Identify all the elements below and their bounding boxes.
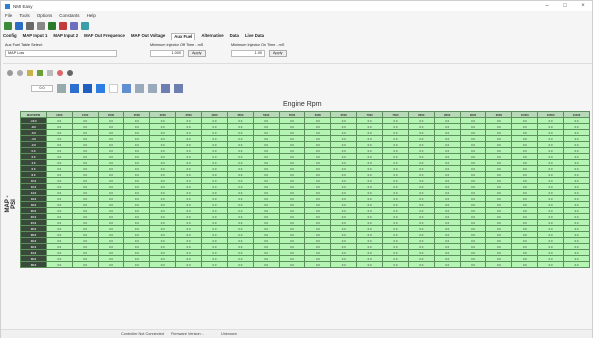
table-cell[interactable]: 0.0 bbox=[252, 261, 280, 268]
table-cell[interactable]: 0.0 bbox=[71, 261, 99, 268]
min-on-apply-button[interactable]: Apply bbox=[269, 50, 287, 57]
table-toolbar: 0.0 bbox=[31, 83, 183, 93]
min-off-apply-button[interactable]: Apply bbox=[188, 50, 206, 57]
value-input[interactable]: 0.0 bbox=[31, 84, 53, 92]
minimize-button[interactable]: – bbox=[542, 2, 552, 10]
add-icon[interactable] bbox=[57, 70, 63, 76]
y-axis-label: MAP - PSI bbox=[5, 195, 17, 213]
table-cell[interactable]: 0.0 bbox=[149, 261, 177, 268]
min-off-input[interactable]: 1.000 bbox=[150, 50, 184, 57]
table-select-label: Aux Fuel Table Select: bbox=[5, 43, 43, 47]
table-cell[interactable]: 0.0 bbox=[537, 261, 565, 268]
table-icon[interactable] bbox=[83, 83, 92, 93]
min-off-label: Minimum Injector Off Time - mS bbox=[150, 43, 204, 47]
table-cell[interactable]: 0.0 bbox=[304, 261, 332, 268]
tab-map-input-2[interactable]: MAP Input 2 bbox=[53, 33, 78, 40]
table-cell[interactable]: 0.0 bbox=[201, 261, 228, 268]
table-cell[interactable]: 0.0 bbox=[45, 261, 73, 268]
table-row: 38.0 0.0 0.0 0.0 0.0 0.0 0.0 0.0 0.0 0.0 0.0 0.0 0.0… bbox=[20, 261, 590, 268]
tab-data[interactable]: Data bbox=[230, 33, 239, 40]
table-body: -10.0 0.0 0.0 0.0 0.0 0.0 0.0 0.0 0.0 0.0 0.0 0.0 0.… bbox=[20, 117, 590, 268]
tab-maf-out-frequence[interactable]: MAF Out Frequence bbox=[84, 33, 125, 40]
min-on-label: Minimum Injector On Time - mS bbox=[231, 43, 285, 47]
connect-icon[interactable] bbox=[4, 22, 12, 30]
table-cell[interactable]: 0.0 bbox=[407, 261, 435, 268]
table-cell[interactable]: 0.0 bbox=[330, 261, 358, 268]
percent-icon[interactable] bbox=[122, 83, 131, 93]
refresh-icon[interactable] bbox=[67, 70, 73, 76]
table-cell[interactable]: 0.0 bbox=[97, 261, 125, 268]
app-icon bbox=[5, 3, 10, 9]
window-controls: – □ × bbox=[542, 2, 588, 10]
tab-bar: Config MAP Input 1 MAP Input 2 MAF Out F… bbox=[3, 33, 264, 40]
disconnect-icon[interactable] bbox=[15, 22, 23, 30]
app-window: NMI Easy – □ × File Tools Options Consta… bbox=[0, 0, 593, 338]
compare-icon[interactable] bbox=[70, 22, 78, 30]
menu-file[interactable]: File bbox=[5, 13, 12, 20]
minus-icon[interactable] bbox=[148, 83, 157, 93]
menu-options[interactable]: Options bbox=[37, 13, 53, 20]
x-axis-label: Engine Rpm bbox=[283, 101, 322, 108]
table-cell[interactable]: 0.0 bbox=[226, 261, 254, 268]
table-cell[interactable]: 0.0 bbox=[563, 261, 590, 268]
select-all-icon[interactable] bbox=[70, 83, 79, 93]
settings-labels: Aux Fuel Table Select: Minimum Injector … bbox=[5, 43, 590, 50]
y-axis-label-container: MAP - PSI bbox=[5, 186, 17, 216]
maximize-button[interactable]: □ bbox=[560, 2, 570, 10]
title-bar: NMI Easy bbox=[1, 1, 592, 11]
table-cell[interactable]: 0.0 bbox=[511, 261, 539, 268]
edit-toolbar bbox=[7, 69, 73, 77]
table-cell[interactable]: 0.0 bbox=[382, 261, 409, 268]
table-view-icon[interactable] bbox=[96, 83, 105, 93]
main-toolbar bbox=[4, 21, 89, 31]
divider bbox=[3, 63, 592, 64]
decrease-icon[interactable] bbox=[174, 83, 183, 93]
menu-constants[interactable]: Constants bbox=[59, 13, 79, 20]
increase-icon[interactable] bbox=[161, 83, 170, 93]
tab-map-input-1[interactable]: MAP Input 1 bbox=[23, 33, 48, 40]
close-button[interactable]: × bbox=[578, 2, 588, 10]
tab-config[interactable]: Config bbox=[3, 33, 17, 40]
table-select-dropdown[interactable]: MAP Low bbox=[5, 50, 117, 57]
tab-live-data[interactable]: Live Data bbox=[245, 33, 264, 40]
table-cell[interactable]: 0.0 bbox=[459, 261, 487, 268]
tab-alternative[interactable]: Alternative bbox=[201, 33, 223, 40]
read-ecu-icon[interactable] bbox=[48, 22, 56, 30]
settings-inputs: MAP Low 1.000 Apply 1.00 Apply bbox=[5, 50, 590, 59]
window-title: NMI Easy bbox=[13, 3, 33, 9]
save-file-icon[interactable] bbox=[37, 22, 45, 30]
connection-status: Controller Not Connected bbox=[121, 332, 164, 336]
spacer-icon bbox=[109, 83, 118, 93]
table-cell[interactable]: 0.0 bbox=[356, 261, 384, 268]
redo-icon[interactable] bbox=[17, 70, 23, 76]
row-header: 38.0 bbox=[20, 261, 47, 268]
plus-icon[interactable] bbox=[135, 83, 144, 93]
menu-tools[interactable]: Tools bbox=[19, 13, 30, 20]
menu-help[interactable]: Help bbox=[87, 13, 96, 20]
state-status: Unknown bbox=[221, 332, 237, 336]
table-cell[interactable]: 0.0 bbox=[175, 261, 203, 268]
tab-maf-out-voltage[interactable]: MAF Out Voltage bbox=[131, 33, 165, 40]
grid-icon[interactable] bbox=[57, 83, 66, 93]
table-cell[interactable]: 0.0 bbox=[433, 261, 461, 268]
open-file-icon[interactable] bbox=[26, 22, 34, 30]
log-icon[interactable] bbox=[81, 22, 89, 30]
paste-icon[interactable] bbox=[37, 70, 43, 76]
clear-icon[interactable] bbox=[47, 70, 53, 76]
table-cell[interactable]: 0.0 bbox=[278, 261, 306, 268]
undo-icon[interactable] bbox=[7, 70, 13, 76]
status-bar: Controller Not Connected Firmware Versio… bbox=[1, 329, 592, 338]
copy-icon[interactable] bbox=[27, 70, 33, 76]
min-on-input[interactable]: 1.00 bbox=[231, 50, 265, 57]
menu-bar: File Tools Options Constants Help bbox=[1, 13, 96, 20]
table-cell[interactable]: 0.0 bbox=[123, 261, 151, 268]
fuel-table: MAP/RPM 1000 1500 2000 2500 3000 3500 4000 4500… bbox=[20, 111, 590, 268]
tab-aux-fuel[interactable]: Aux Fuel bbox=[171, 33, 196, 40]
firmware-status: Firmware Version: - bbox=[171, 332, 204, 336]
table-cell[interactable]: 0.0 bbox=[485, 261, 513, 268]
write-ecu-icon[interactable] bbox=[59, 22, 67, 30]
